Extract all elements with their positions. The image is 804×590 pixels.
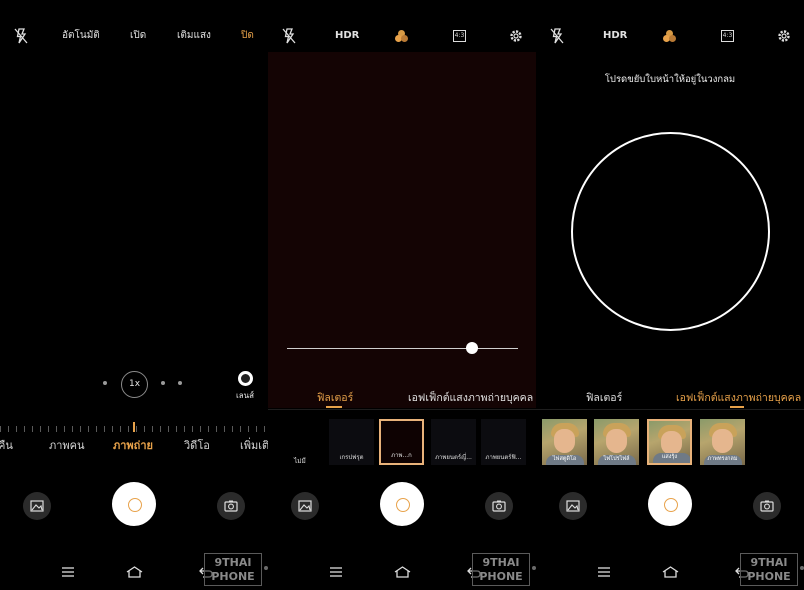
zoom-button[interactable]: 1x [121,371,148,398]
watermark-line2: PHONE [479,570,523,583]
hdr-button[interactable]: HDR [603,26,627,46]
gallery-button[interactable] [23,492,51,520]
flash-off-icon[interactable] [282,28,296,44]
tab-portrait-lighting[interactable]: เอฟเฟ็กต์แสงภาพถ่ายบุคคล [676,389,801,406]
switch-camera-button[interactable] [753,492,781,520]
gallery-button[interactable] [559,492,587,520]
thumb-face [606,429,627,453]
tab-filters[interactable]: ฟิลเตอร์ [317,389,353,406]
active-tab-underline [730,406,744,408]
menu-icon[interactable] [597,566,611,578]
thumb-face [554,429,575,453]
effect-thumb-rainbow-selected[interactable]: แสงรุ้ง [647,419,692,465]
shutter-button[interactable] [380,482,424,526]
mode-tab-portrait[interactable]: ภาพคน [49,436,85,454]
camera-panel-filters: HDR 4:3 ฟิลเตอร์ เอฟเฟ็กต์แสงภาพถ่ายบุคค… [268,0,536,590]
tab-filters[interactable]: ฟิลเตอร์ [586,389,622,406]
flash-off-option[interactable]: ปิด [241,26,254,46]
filter-thumb-selected[interactable]: ภาพ...ก [379,419,424,465]
zoom-dot[interactable] [178,381,182,385]
face-guide-circle [571,132,770,331]
watermark-line1: 9THAI [214,556,252,569]
zoom-dot[interactable] [161,381,165,385]
gallery-icon [566,500,580,512]
effect-label: ภาพทรงกลม [707,456,738,462]
effect-label: แสงรุ้ง [661,454,678,460]
menu-icon[interactable] [61,566,75,578]
shutter-button[interactable] [112,482,156,526]
mode-tab-photo[interactable]: ภาพถ่าย [113,436,153,454]
gallery-icon [298,500,312,512]
flash-off-icon[interactable] [14,28,28,44]
filter-thumb-grapefruit[interactable]: เกรปฟรุต [329,419,374,465]
lens-button[interactable] [238,371,253,386]
home-icon[interactable] [394,566,411,578]
zoom-dot[interactable] [103,381,107,385]
menu-icon[interactable] [329,566,343,578]
tab-divider [268,409,536,410]
mode-tab-night[interactable]: คืน [0,436,13,454]
viewfinder[interactable] [268,52,536,408]
tab-divider [536,409,804,410]
thumb-face [661,431,682,455]
filter-intensity-knob[interactable] [465,342,478,354]
gallery-button[interactable] [291,492,319,520]
watermark-logo: 9THAI PHONE [740,553,798,586]
tab-portrait-lighting[interactable]: เอฟเฟ็กต์แสงภาพถ่ายบุคคล [408,389,533,406]
filter-label: ภาพยนตร์ฟิ... [485,454,522,461]
effect-thumb-studio[interactable]: ไฟสตูดิโอ [542,419,587,465]
watermark-line1: 9THAI [482,556,520,569]
flash-off-icon[interactable] [550,28,564,44]
switch-camera-button[interactable] [217,492,245,520]
switch-camera-button[interactable] [485,492,513,520]
filter-icon[interactable] [662,29,677,43]
settings-gear-icon[interactable] [509,29,523,43]
mode-tab-video[interactable]: วิดีโอ [184,436,210,454]
watermark-logo: 9THAI PHONE [204,553,262,586]
effect-thumb-profile[interactable]: ไฟโปรไฟล์ [594,419,639,465]
hdr-button[interactable]: HDR [335,26,359,46]
top-toolbar: HDR 4:3 [268,26,536,46]
filter-label: เกรปฟรุต [339,454,364,461]
home-icon[interactable] [662,566,679,578]
filter-thumb-japanese-film[interactable]: ภาพยนตร์ญี่... [431,419,476,465]
mode-indicator [133,422,135,432]
watermark-line2: PHONE [211,570,255,583]
watermark-line2: PHONE [747,570,791,583]
lens-label: เลนส์ [236,391,254,400]
aspect-ratio-button[interactable]: 4:3 [721,30,734,42]
watermark-line1: 9THAI [750,556,788,569]
flash-on-option[interactable]: เปิด [130,26,146,46]
flash-auto-option[interactable]: อัตโนมัติ [62,26,100,46]
mode-tab-more[interactable]: เพิ่มเติ [240,436,268,454]
flash-fill-option[interactable]: เติมแสง [177,26,211,46]
filter-thumb-film[interactable]: ภาพยนตร์ฟิ... [481,419,526,465]
home-icon[interactable] [126,566,143,578]
filter-none-option[interactable]: ไม่มี [294,456,306,466]
filter-icon[interactable] [394,29,409,43]
face-hint-text: โปรดขยับใบหน้าให้อยู่ในวงกลม [604,74,736,85]
top-toolbar: HDR 4:3 [536,26,804,46]
switch-camera-icon [760,500,774,512]
shutter-button[interactable] [648,482,692,526]
watermark-logo: 9THAI PHONE [472,553,530,586]
filter-intensity-track[interactable] [287,348,518,349]
camera-panel-flash-menu: อัตโนมัติ เปิด เติมแสง ปิด 1x เลนส์ คืน … [0,0,268,590]
effect-label: ไฟสตูดิโอ [552,456,577,462]
effect-thumb-sphere[interactable]: ภาพทรงกลม [700,419,745,465]
active-tab-underline [326,406,342,408]
filter-label: ภาพยนตร์ญี่... [435,454,472,461]
thumb-face [712,429,733,453]
camera-panel-portrait-lighting: HDR 4:3 โปรดขยับใบหน้าให้อยู่ในวงกลม ฟิล… [536,0,804,590]
aspect-ratio-button[interactable]: 4:3 [453,30,466,42]
effect-label: ไฟโปรไฟล์ [603,456,630,462]
switch-camera-icon [224,500,238,512]
flash-options-bar: อัตโนมัติ เปิด เติมแสง ปิด [0,26,268,46]
switch-camera-icon [492,500,506,512]
watermark-dot [800,566,804,570]
filter-label: ภาพ...ก [391,452,412,459]
settings-gear-icon[interactable] [777,29,791,43]
gallery-icon [30,500,44,512]
